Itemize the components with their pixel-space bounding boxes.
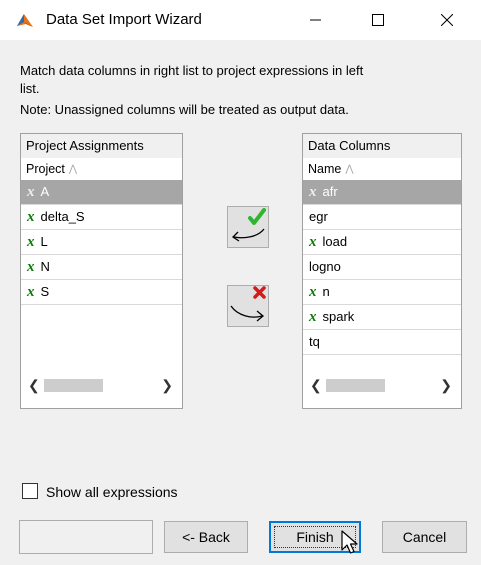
project-column-header[interactable]: Project ⋀ [21, 158, 182, 181]
project-row-a[interactable]: xA [21, 180, 182, 205]
row-label: load [322, 234, 348, 249]
scroll-right-arrow-icon[interactable]: ❯ [161, 377, 173, 394]
minimize-icon [310, 19, 321, 21]
data-row-logno[interactable]: logno [303, 255, 461, 280]
data-row-n[interactable]: xn [303, 280, 461, 305]
sort-arrow-icon: ⋀ [68, 164, 78, 175]
data-columns-panel: Data Columns Name ⋀ x afr egr x load logno … [302, 133, 462, 409]
scroll-left-arrow-icon[interactable]: ❮ [28, 377, 40, 394]
expression-x-icon: x [27, 184, 35, 200]
data-row-spark[interactable]: x spark [303, 305, 461, 330]
show-all-expressions-label[interactable]: Show all expressions [46, 483, 178, 501]
row-label: delta_S [40, 209, 85, 224]
expression-x-icon: x [309, 234, 317, 250]
minimize-button[interactable] [293, 0, 339, 40]
expression-x-icon: x [309, 309, 317, 325]
data-columns-title: Data Columns [303, 134, 461, 159]
window-title: Data Set Import Wizard [46, 11, 202, 28]
close-icon [441, 14, 453, 26]
matlab-app-icon [16, 12, 34, 30]
project-row-s[interactable]: xS [21, 280, 182, 305]
project-assignments-title: Project Assignments [21, 134, 182, 159]
assign-checkmark-arrow-icon [231, 208, 266, 242]
data-row-afr[interactable]: x afr [303, 180, 461, 205]
instructions: Match data columns in right list to proj… [0, 62, 481, 118]
project-list: xA x delta_S xL xN xS [21, 180, 182, 305]
back-button[interactable]: <- Back [164, 521, 248, 553]
instructions-note: Note: Unassigned columns will be treated… [20, 102, 349, 117]
scrollbar-thumb[interactable] [44, 379, 103, 392]
project-assignments-panel: Project Assignments Project ⋀ xA x delta_S… [20, 133, 183, 409]
mouse-pointer-icon [341, 530, 363, 558]
sort-arrow-icon: ⋀ [345, 164, 354, 175]
status-area [19, 520, 153, 554]
data-row-tq[interactable]: tq [303, 330, 461, 355]
unassign-button[interactable] [227, 285, 269, 327]
project-list-hscrollbar[interactable]: ❮ ❯ [22, 374, 181, 396]
project-row-l[interactable]: xL [21, 230, 182, 255]
row-label: afr [322, 184, 338, 199]
instructions-line-2: list. [20, 81, 40, 96]
expression-x-icon: x [27, 284, 35, 300]
scroll-right-arrow-icon[interactable]: ❯ [440, 377, 452, 394]
name-column-header[interactable]: Name ⋀ [303, 158, 461, 181]
project-column-label: Project [26, 162, 65, 176]
row-label: tq [309, 334, 320, 349]
scroll-left-arrow-icon[interactable]: ❮ [310, 377, 322, 394]
data-columns-list: x afr egr x load logno xn x spark tq [303, 180, 461, 355]
show-all-expressions-checkbox[interactable] [22, 483, 38, 499]
cancel-button[interactable]: Cancel [382, 521, 467, 553]
expression-x-icon: x [27, 259, 35, 275]
data-columns-hscrollbar[interactable]: ❮ ❯ [304, 374, 460, 396]
expression-x-icon: x [27, 209, 35, 225]
row-label: n [322, 284, 330, 299]
row-label: logno [309, 259, 341, 274]
maximize-icon [372, 14, 384, 26]
row-label: spark [322, 309, 355, 324]
project-row-delta-s[interactable]: x delta_S [21, 205, 182, 230]
data-row-egr[interactable]: egr [303, 205, 461, 230]
close-button[interactable] [424, 0, 470, 40]
data-row-load[interactable]: x load [303, 230, 461, 255]
name-column-label: Name [308, 162, 342, 176]
maximize-button[interactable] [355, 0, 401, 40]
row-label: L [40, 234, 48, 249]
expression-x-icon: x [27, 234, 35, 250]
expression-x-icon: x [309, 184, 317, 200]
instructions-line-1: Match data columns in right list to proj… [20, 63, 364, 78]
project-row-n[interactable]: xN [21, 255, 182, 280]
row-label: S [40, 284, 50, 299]
scrollbar-thumb[interactable] [326, 379, 385, 392]
row-label: N [40, 259, 50, 274]
row-label: egr [309, 209, 328, 224]
row-label: A [40, 184, 50, 199]
expression-x-icon: x [309, 284, 317, 300]
assign-button[interactable] [227, 206, 269, 248]
unassign-x-arrow-icon [230, 286, 266, 322]
